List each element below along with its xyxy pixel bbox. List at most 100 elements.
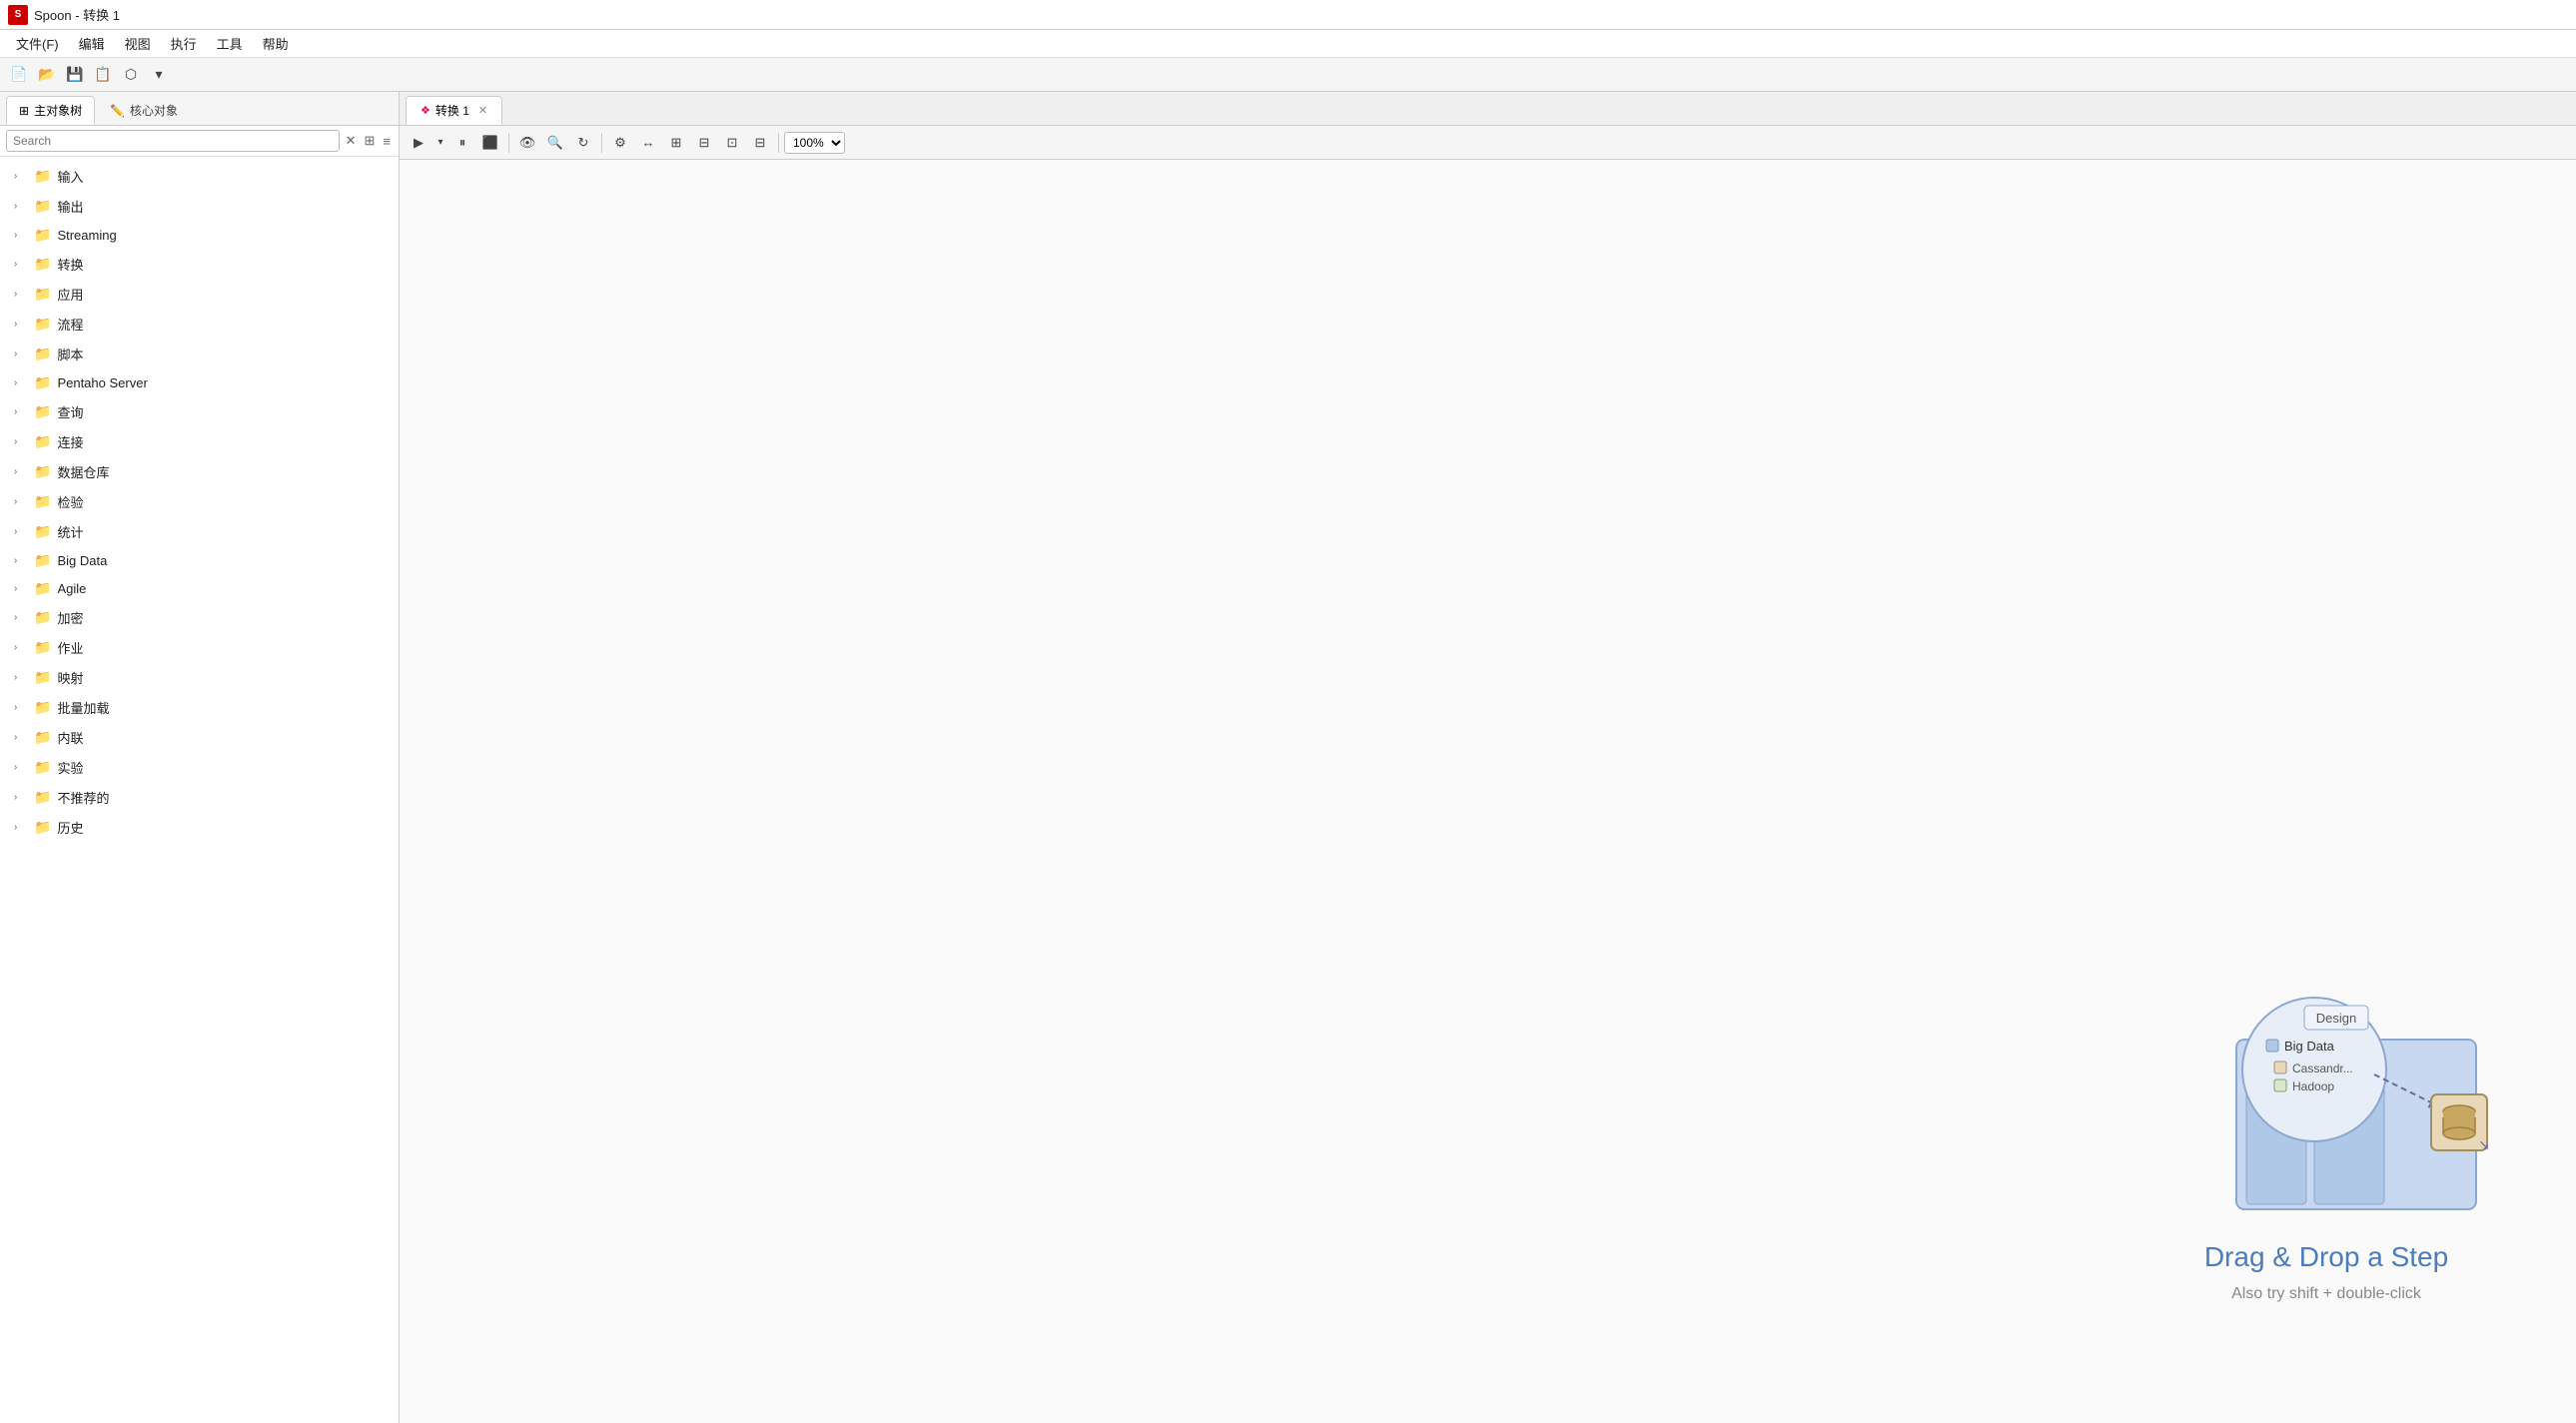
canvas-area[interactable]: Design Big Data Cassandr... Hadoop (400, 160, 2576, 1423)
tree-item-label: 应用 (57, 285, 83, 304)
toolbar-saveas-button[interactable]: 📋 (90, 62, 116, 88)
tree-chevron: › (14, 792, 28, 803)
tree-item-stats[interactable]: › 📁 统计 (4, 517, 395, 546)
debug-button[interactable]: 🔍 (542, 130, 568, 156)
tree-item-mapping[interactable]: › 📁 映射 (4, 663, 395, 692)
illustration-graphic: Design Big Data Cassandr... Hadoop (2156, 960, 2496, 1229)
toolbar-separator-3 (778, 133, 779, 153)
tree-item-label: 查询 (57, 402, 83, 421)
tree-item-pentaho-server[interactable]: › 📁 Pentaho Server (4, 369, 395, 396)
left-panel: ⊞ 主对象树✏️ 核心对象 ✕ ⊞ ≡ › 📁 输入 › 📁 (0, 92, 400, 1423)
tree-chevron: › (14, 230, 28, 241)
tree-chevron: › (14, 496, 28, 507)
tree-item-validate[interactable]: › 📁 检验 (4, 487, 395, 516)
tab-icon: ❖ (421, 104, 430, 117)
folder-icon: 📁 (34, 256, 51, 273)
play-dropdown-button[interactable]: ▾ (433, 130, 447, 156)
tree-chevron: › (14, 466, 28, 477)
tree-item-label: 历史 (57, 818, 83, 837)
left-tab-core-object[interactable]: ✏️ 核心对象 (97, 96, 191, 125)
tree-chevron: › (14, 732, 28, 743)
align-right-button[interactable]: ⊟ (691, 130, 717, 156)
tree-chevron: › (14, 319, 28, 330)
tree-item-label: 连接 (57, 432, 83, 451)
folder-icon: 📁 (34, 789, 51, 806)
snap-button[interactable]: ⊟ (747, 130, 773, 156)
toolbar-dropdown-button[interactable]: ▾ (146, 62, 172, 88)
stop-button[interactable]: ⬛ (477, 130, 503, 156)
menu-item-file[interactable]: 文件(F) (6, 31, 69, 56)
left-tab-main-object-tree[interactable]: ⊞ 主对象树 (6, 96, 95, 125)
tree-chevron: › (14, 289, 28, 300)
toolbar-new-button[interactable]: 📄 (6, 62, 32, 88)
toolbar-separator-1 (508, 133, 509, 153)
tree-item-label: 流程 (57, 315, 83, 334)
menu-item-edit[interactable]: 编辑 (69, 31, 115, 56)
menu-item-run[interactable]: 执行 (161, 31, 207, 56)
tree-item-query[interactable]: › 📁 查询 (4, 397, 395, 426)
folder-icon: 📁 (34, 374, 51, 391)
tree-item-output[interactable]: › 📁 输出 (4, 192, 395, 221)
tree-item-job[interactable]: › 📁 作业 (4, 633, 395, 662)
tree-item-datawarehouse[interactable]: › 📁 数据仓库 (4, 457, 395, 486)
search-input[interactable] (6, 130, 340, 152)
tree-item-label: Big Data (57, 553, 107, 568)
tree-chevron: › (14, 702, 28, 713)
drag-drop-title: Drag & Drop a Step (2204, 1241, 2448, 1273)
preview-button[interactable]: 👁 (514, 130, 540, 156)
menu-item-view[interactable]: 视图 (115, 31, 161, 56)
toolbar-save-button[interactable]: 💾 (62, 62, 88, 88)
align-left-button[interactable]: ⊞ (663, 130, 689, 156)
tree-item-transform[interactable]: › 📁 转换 (4, 250, 395, 279)
right-panel: ❖ 转换 1 ✕ ▶ ▾ ⏸ ⬛ 👁 🔍 ↻ ⚙ ↔ ⊞ ⊟ ⊡ ⊟ 100% (400, 92, 2576, 1423)
tree-item-experiment[interactable]: › 📁 实验 (4, 753, 395, 782)
toolbar-layers-button[interactable]: ⬡ (118, 62, 144, 88)
tree-item-label: 输出 (57, 197, 83, 216)
tree-item-streaming[interactable]: › 📁 Streaming (4, 222, 395, 249)
layout-list-button[interactable]: ≡ (381, 132, 393, 151)
toolbar-open-button[interactable]: 📂 (34, 62, 60, 88)
folder-icon: 📁 (34, 286, 51, 303)
tree-item-bigdata[interactable]: › 📁 Big Data (4, 547, 395, 574)
distribute-button[interactable]: ⊡ (719, 130, 745, 156)
tree-item-script[interactable]: › 📁 脚本 (4, 340, 395, 368)
right-toolbar: ▶ ▾ ⏸ ⬛ 👁 🔍 ↻ ⚙ ↔ ⊞ ⊟ ⊡ ⊟ 100% 75% 50% 1… (400, 126, 2576, 160)
tree-item-flow[interactable]: › 📁 流程 (4, 310, 395, 339)
menu-item-help[interactable]: 帮助 (253, 31, 299, 56)
tree-item-innerlink[interactable]: › 📁 内联 (4, 723, 395, 752)
search-clear-button[interactable]: ✕ (344, 131, 359, 151)
transform-tab[interactable]: ❖ 转换 1 ✕ (406, 96, 502, 125)
folder-icon: 📁 (34, 433, 51, 450)
tree-item-encrypt[interactable]: › 📁 加密 (4, 603, 395, 632)
dnd-illustration: Design Big Data Cassandr... Hadoop (2156, 960, 2496, 1303)
tab-label: 核心对象 (130, 102, 178, 119)
tree-item-label: 批量加载 (57, 698, 109, 717)
tree-item-connect[interactable]: › 📁 连接 (4, 427, 395, 456)
play-button[interactable]: ▶ (406, 130, 431, 156)
drag-drop-subtitle: Also try shift + double-click (2231, 1285, 2421, 1303)
step-metrics-button[interactable]: ⚙ (607, 130, 633, 156)
tree-item-history[interactable]: › 📁 历史 (4, 813, 395, 842)
hop-button[interactable]: ↔ (635, 130, 661, 156)
replay-button[interactable]: ↻ (570, 130, 596, 156)
tree-item-label: 输入 (57, 167, 83, 186)
tree-item-label: 检验 (57, 492, 83, 511)
pause-button[interactable]: ⏸ (449, 130, 475, 156)
menu-item-tools[interactable]: 工具 (207, 31, 253, 56)
layout-grid-button[interactable]: ⊞ (363, 131, 378, 151)
zoom-select[interactable]: 100% 75% 50% 150% 200% (784, 132, 845, 154)
toolbar-separator-2 (601, 133, 602, 153)
search-bar: ✕ ⊞ ≡ (0, 126, 399, 157)
main-toolbar: 📄📂💾📋⬡▾ (0, 58, 2576, 92)
tree-chevron: › (14, 642, 28, 653)
tree-item-deprecated[interactable]: › 📁 不推荐的 (4, 783, 395, 812)
tree-item-agile[interactable]: › 📁 Agile (4, 575, 395, 602)
left-tab-bar: ⊞ 主对象树✏️ 核心对象 (0, 92, 399, 126)
folder-icon: 📁 (34, 609, 51, 626)
tree-item-bulkload[interactable]: › 📁 批量加载 (4, 693, 395, 722)
svg-text:Cassandr...: Cassandr... (2292, 1062, 2353, 1075)
folder-icon: 📁 (34, 639, 51, 656)
tab-close-button[interactable]: ✕ (478, 104, 487, 117)
tree-item-input[interactable]: › 📁 输入 (4, 162, 395, 191)
tree-item-app[interactable]: › 📁 应用 (4, 280, 395, 309)
